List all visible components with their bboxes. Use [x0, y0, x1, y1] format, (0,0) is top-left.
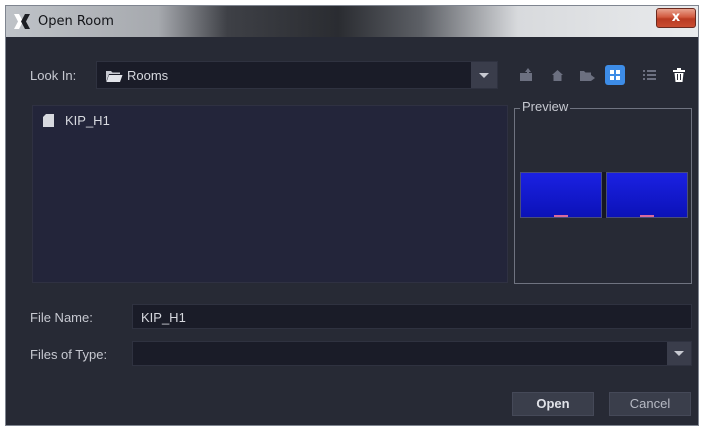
- preview-screen-left: [520, 172, 602, 218]
- folder-open-icon: [106, 71, 123, 82]
- file-name-label: File Name:: [30, 310, 93, 325]
- grid-view-icon[interactable]: [605, 65, 625, 85]
- files-of-type-label: Files of Type:: [30, 347, 108, 362]
- look-in-combo[interactable]: Rooms: [96, 61, 498, 89]
- preview-screen-right: [606, 172, 688, 218]
- app-logo-icon: [14, 14, 30, 29]
- file-name: KIP_H1: [65, 113, 110, 128]
- files-of-type-combo[interactable]: [132, 341, 692, 366]
- up-folder-icon[interactable]: [516, 65, 536, 85]
- home-icon[interactable]: [547, 65, 567, 85]
- trash-icon[interactable]: [669, 65, 689, 85]
- new-folder-icon[interactable]: [577, 65, 597, 85]
- files-of-type-dropdown-button[interactable]: [667, 342, 691, 365]
- window-title: Open Room: [38, 14, 114, 29]
- look-in-value: Rooms: [127, 68, 169, 83]
- look-in-dropdown-button[interactable]: [471, 62, 497, 88]
- file-icon: [43, 114, 54, 127]
- list-view-icon[interactable]: [639, 65, 659, 85]
- preview-label: Preview: [520, 99, 571, 114]
- chevron-down-icon: [674, 351, 684, 356]
- preview-image: [520, 172, 688, 218]
- file-list[interactable]: KIP_H1: [32, 105, 508, 283]
- look-in-label: Look In:: [30, 68, 77, 83]
- close-button[interactable]: x: [656, 8, 696, 28]
- open-button[interactable]: Open: [512, 392, 594, 416]
- open-room-dialog: Open Room x Look In: Rooms KIP_H1 Previe…: [5, 5, 699, 426]
- file-name-input[interactable]: KIP_H1: [132, 304, 692, 329]
- chevron-down-icon: [479, 73, 489, 78]
- file-name-value: KIP_H1: [141, 310, 186, 325]
- dialog-body: Look In: Rooms KIP_H1 Preview File Name:…: [6, 37, 698, 425]
- cancel-button[interactable]: Cancel: [609, 392, 691, 416]
- title-bar[interactable]: Open Room x: [6, 6, 698, 37]
